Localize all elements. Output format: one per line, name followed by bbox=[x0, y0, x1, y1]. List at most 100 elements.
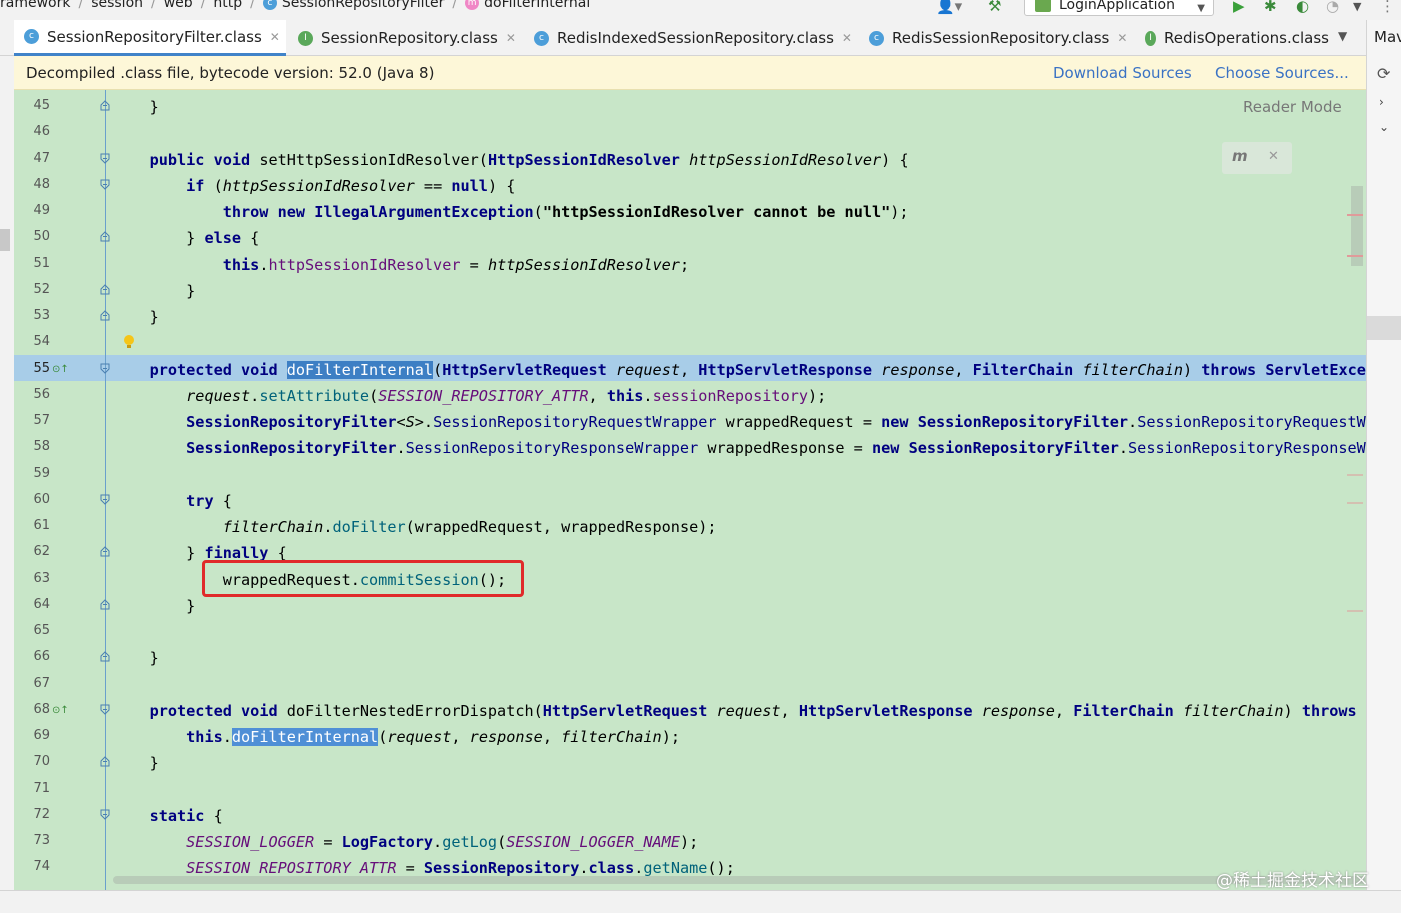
fold-collapse-icon[interactable] bbox=[100, 756, 110, 767]
code-line[interactable]: protected void doFilterNestedErrorDispat… bbox=[113, 701, 1366, 721]
close-icon[interactable]: ✕ bbox=[842, 31, 852, 45]
interface-icon: I bbox=[1145, 30, 1157, 46]
code-line[interactable]: } bbox=[113, 596, 195, 616]
refresh-icon[interactable]: ⟳ bbox=[1377, 64, 1390, 83]
tab-session-repository-filter[interactable]: c SessionRepositoryFilter.class ✕ bbox=[14, 20, 286, 56]
coverage-icon[interactable]: ◐ bbox=[1296, 0, 1309, 15]
profile-icon[interactable]: ◔ bbox=[1326, 0, 1339, 15]
code-line[interactable]: protected void doFilterInternal(HttpServ… bbox=[113, 360, 1366, 380]
run-icon[interactable]: ▶ bbox=[1233, 0, 1245, 15]
user-icon[interactable]: 👤▾ bbox=[936, 0, 962, 15]
fold-collapse-icon[interactable] bbox=[100, 599, 110, 610]
override-marker-icon[interactable]: ⊙↑ bbox=[52, 364, 69, 375]
lightbulb-icon[interactable] bbox=[124, 335, 134, 345]
error-stripe-marker[interactable] bbox=[1347, 214, 1363, 216]
code-line[interactable]: } bbox=[113, 648, 159, 668]
line-number: 53 bbox=[33, 308, 50, 323]
line-number: 55 bbox=[33, 360, 50, 376]
code-line[interactable]: } bbox=[113, 97, 159, 117]
chevron-down-icon[interactable]: ⌄ bbox=[1379, 120, 1389, 134]
horizontal-scrollbar[interactable] bbox=[113, 876, 1366, 884]
line-number: 64 bbox=[33, 596, 50, 612]
scrollbar[interactable] bbox=[1367, 316, 1401, 340]
code-line[interactable]: } bbox=[113, 307, 159, 327]
code-line[interactable]: } bbox=[113, 281, 195, 301]
more-actions-icon[interactable]: ⋮ bbox=[1380, 0, 1395, 15]
line-number: 69 bbox=[33, 728, 50, 743]
code-line[interactable]: } else { bbox=[113, 228, 259, 248]
decompiled-notice-banner: Decompiled .class file, bytecode version… bbox=[14, 56, 1366, 90]
reader-mode-button[interactable]: Reader Mode bbox=[1243, 98, 1342, 116]
class-icon: c bbox=[869, 30, 884, 46]
download-sources-link[interactable]: Download Sources bbox=[1053, 64, 1192, 82]
close-icon[interactable]: ✕ bbox=[506, 31, 516, 45]
breadcrumb-item-session[interactable]: session / bbox=[91, 0, 164, 11]
tab-session-repository[interactable]: I SessionRepository.class ✕ bbox=[298, 20, 516, 56]
error-stripe-marker[interactable] bbox=[1347, 610, 1363, 612]
breadcrumb-item-method[interactable]: m doFilterInternal bbox=[465, 0, 590, 11]
fold-expand-icon[interactable] bbox=[100, 494, 110, 505]
breadcrumb: ramework / session / web / http / c SessionRe… bbox=[0, 0, 590, 11]
debug-icon[interactable]: ✱ bbox=[1264, 0, 1277, 15]
fold-expand-icon[interactable] bbox=[100, 363, 110, 374]
tab-redis-session-repository[interactable]: c RedisSessionRepository.class ✕ bbox=[869, 20, 1127, 56]
fold-expand-icon[interactable] bbox=[100, 153, 110, 164]
breadcrumb-item-web[interactable]: web / bbox=[164, 0, 214, 11]
close-icon[interactable]: ✕ bbox=[270, 30, 280, 44]
error-stripe-marker[interactable] bbox=[1347, 255, 1363, 257]
code-line[interactable]: request.setAttribute(SESSION_REPOSITORY_… bbox=[113, 386, 826, 406]
fold-collapse-icon[interactable] bbox=[100, 100, 110, 111]
error-stripe-marker[interactable] bbox=[1347, 474, 1363, 476]
code-line[interactable]: static { bbox=[113, 806, 223, 826]
maven-reload-icon[interactable]: m bbox=[1232, 147, 1248, 165]
code-line[interactable]: } bbox=[113, 753, 159, 773]
tab-redis-operations[interactable]: I RedisOperations.class bbox=[1145, 20, 1329, 56]
fold-expand-icon[interactable] bbox=[100, 809, 110, 820]
line-number: 71 bbox=[33, 780, 50, 796]
banner-text: Decompiled .class file, bytecode version… bbox=[26, 64, 435, 82]
fold-collapse-icon[interactable] bbox=[100, 231, 110, 242]
code-line[interactable]: if (httpSessionIdResolver == null) { bbox=[113, 176, 515, 196]
class-icon: c bbox=[24, 29, 39, 44]
code-line[interactable]: throw new IllegalArgumentException("http… bbox=[113, 202, 909, 222]
line-number: 56 bbox=[33, 386, 50, 402]
error-stripe-marker[interactable] bbox=[1347, 502, 1363, 504]
run-configuration-select[interactable]: LoginApplication ▼ bbox=[1024, 0, 1214, 16]
fold-expand-icon[interactable] bbox=[100, 179, 110, 190]
code-line[interactable]: try { bbox=[113, 491, 232, 511]
fold-expand-icon[interactable] bbox=[100, 704, 110, 715]
fold-collapse-icon[interactable] bbox=[100, 310, 110, 321]
close-icon[interactable]: ✕ bbox=[1268, 149, 1279, 164]
maven-reload-popup: m ✕ bbox=[1222, 142, 1292, 174]
code-line[interactable]: SESSION_LOGGER = LogFactory.getLog(SESSI… bbox=[113, 832, 698, 852]
override-marker-icon[interactable]: ⊙↑ bbox=[52, 705, 69, 716]
breadcrumb-item-http[interactable]: http / bbox=[213, 0, 262, 11]
line-number: 60 bbox=[33, 491, 50, 507]
breadcrumb-item-class[interactable]: c SessionRepositoryFilter / bbox=[262, 0, 465, 11]
maven-tool-window-button[interactable]: Mav bbox=[1374, 28, 1401, 46]
code-line[interactable]: SessionRepositoryFilter<S>.SessionReposi… bbox=[113, 412, 1366, 432]
code-line[interactable]: SessionRepositoryFilter.SessionRepositor… bbox=[113, 438, 1366, 458]
chevron-down-icon: ▼ bbox=[1197, 3, 1205, 14]
code-line[interactable]: public void setHttpSessionIdResolver(Htt… bbox=[113, 150, 909, 170]
vertical-scrollbar[interactable] bbox=[1351, 186, 1363, 266]
breadcrumb-item-framework[interactable]: ramework / bbox=[0, 0, 91, 11]
line-number: 54 bbox=[33, 334, 50, 350]
code-editor[interactable]: 45 46 47 48 49 50 51 52 53 54 55 56 57 58 59 60 61 62 63 64… bbox=[14, 90, 1366, 890]
code-line[interactable]: this.doFilterInternal(request, response,… bbox=[113, 727, 680, 747]
code-line[interactable]: this.httpSessionIdResolver = httpSession… bbox=[113, 255, 689, 275]
line-number: 74 bbox=[33, 859, 50, 875]
choose-sources-link[interactable]: Choose Sources... bbox=[1215, 64, 1349, 82]
chevron-down-icon[interactable]: ▼ bbox=[1338, 29, 1347, 43]
tab-redis-indexed-session-repository[interactable]: c RedisIndexedSessionRepository.class ✕ bbox=[534, 20, 852, 56]
build-hammer-icon[interactable]: ⚒ bbox=[988, 0, 1001, 15]
line-number: 66 bbox=[33, 649, 50, 665]
close-icon[interactable]: ✕ bbox=[1117, 31, 1127, 45]
line-number: 57 bbox=[33, 413, 50, 428]
chevron-right-icon[interactable]: › bbox=[1379, 95, 1384, 109]
fold-collapse-icon[interactable] bbox=[100, 651, 110, 662]
fold-collapse-icon[interactable] bbox=[100, 284, 110, 295]
fold-collapse-icon[interactable] bbox=[100, 546, 110, 557]
code-line[interactable]: filterChain.doFilter(wrappedRequest, wra… bbox=[113, 517, 717, 537]
more-run-options-icon[interactable]: ▼ bbox=[1353, 0, 1361, 13]
